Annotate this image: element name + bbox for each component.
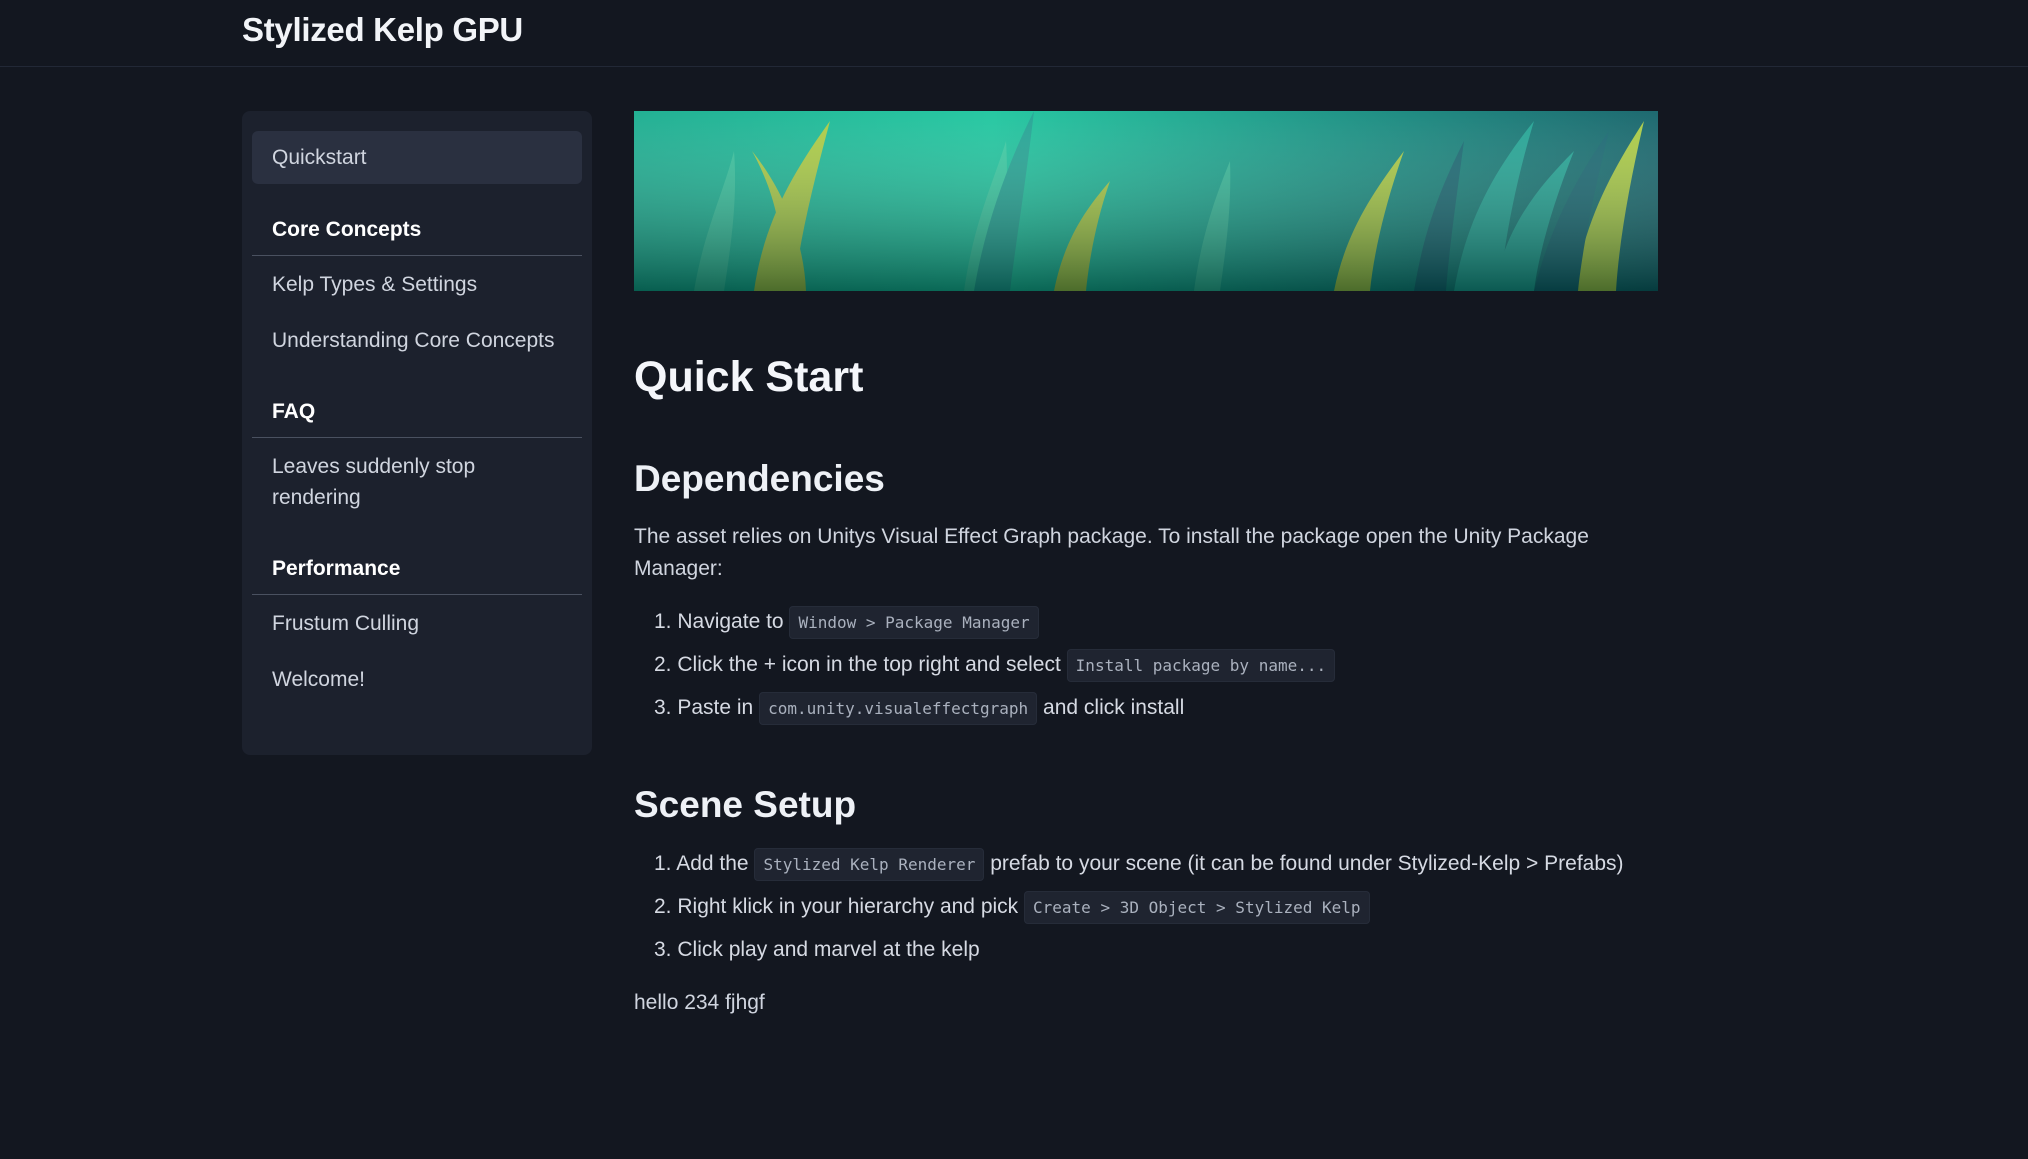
list-item: 2. Right klick in your hierarchy and pic… — [654, 885, 1624, 928]
page-title: Quick Start — [634, 353, 864, 401]
step-text: prefab to your scene (it can be found un… — [990, 852, 1624, 875]
list-item: 3. Paste in com.unity.visualeffectgraph … — [654, 686, 1335, 729]
sidebar-item-leaves-stop-rendering[interactable]: Leaves suddenly stop rendering — [252, 451, 522, 513]
list-item: 1. Add the Stylized Kelp Renderer prefab… — [654, 842, 1624, 885]
step-number: 1. — [654, 852, 672, 875]
kelp-banner-image — [634, 111, 1658, 291]
sidebar-item-kelp-types[interactable]: Kelp Types & Settings — [252, 269, 582, 300]
sidebar-section-core-concepts: Core Concepts — [252, 218, 582, 256]
step-text: and click install — [1043, 696, 1185, 719]
step-text: Navigate to — [677, 610, 784, 633]
main-content: Quick Start Dependencies The asset relie… — [634, 111, 1658, 1014]
dependencies-heading: Dependencies — [634, 458, 885, 499]
sidebar-item-frustum-culling[interactable]: Frustum Culling — [252, 608, 582, 639]
inline-code: Window > Package Manager — [789, 606, 1039, 639]
inline-code: Install package by name... — [1066, 649, 1336, 682]
scene-setup-steps: 1. Add the Stylized Kelp Renderer prefab… — [654, 842, 1624, 971]
inline-code: Stylized Kelp Renderer — [754, 848, 985, 881]
scene-setup-heading: Scene Setup — [634, 784, 857, 825]
dependencies-steps: 1. Navigate to Window > Package Manager … — [654, 600, 1336, 729]
step-text: Click the + icon in the top right and se… — [677, 653, 1061, 676]
inline-code: Create > 3D Object > Stylized Kelp — [1024, 891, 1370, 924]
sidebar-item-welcome[interactable]: Welcome! — [252, 664, 582, 695]
dependencies-intro: The asset relies on Unitys Visual Effect… — [634, 525, 1589, 580]
step-number: 3. — [654, 938, 672, 961]
step-text: Click play and marvel at the kelp — [677, 938, 980, 961]
inline-code: com.unity.visualeffectgraph — [759, 692, 1038, 725]
sidebar-item-understanding-core-concepts[interactable]: Understanding Core Concepts — [252, 325, 582, 356]
sidebar-section-performance: Performance — [252, 557, 582, 595]
sidebar-nav: Quickstart Core Concepts Kelp Types & Se… — [242, 111, 592, 755]
top-bar: Stylized Kelp GPU — [0, 0, 2028, 67]
sidebar-section-faq: FAQ — [252, 400, 582, 438]
step-text: Paste in — [677, 696, 754, 719]
step-number: 1. — [654, 610, 672, 633]
sidebar-item-quickstart[interactable]: Quickstart — [252, 131, 582, 184]
step-text: Add the — [676, 852, 749, 875]
list-item: 2. Click the + icon in the top right and… — [654, 643, 1336, 686]
list-item: 1. Navigate to Window > Package Manager — [654, 600, 1335, 643]
step-number: 3. — [654, 696, 672, 719]
site-title[interactable]: Stylized Kelp GPU — [242, 11, 523, 49]
step-number: 2. — [654, 895, 672, 918]
footer-text: hello 234 fjhgf — [634, 991, 765, 1014]
list-item: 3. Click play and marvel at the kelp — [654, 928, 1624, 971]
step-text: Right klick in your hierarchy and pick — [677, 895, 1019, 918]
step-number: 2. — [654, 653, 672, 676]
